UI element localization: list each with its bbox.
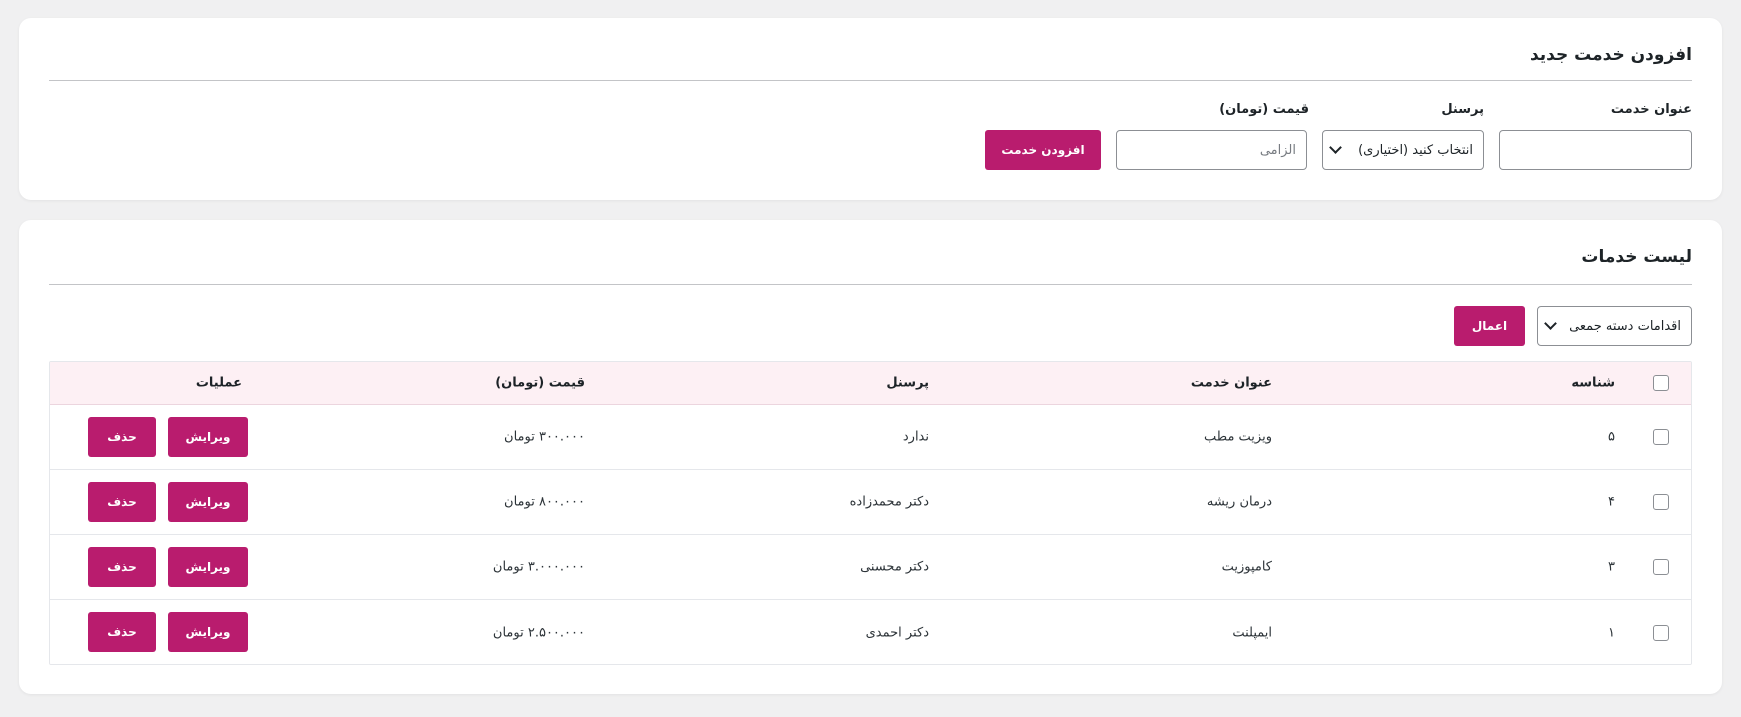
- staff-select[interactable]: انتخاب کنید (اختیاری): [1322, 130, 1484, 170]
- chevron-down-icon: [1544, 317, 1557, 330]
- row-id: ۴: [1608, 494, 1615, 510]
- table-row: ۳ کامپوزیت دکتر محسنی ۳.۰۰۰.۰۰۰ تومان وی…: [50, 535, 1691, 600]
- row-title: ایمپلنت: [1232, 625, 1272, 640]
- services-list-divider: [49, 284, 1692, 285]
- column-header-price: قیمت (تومان): [495, 375, 585, 391]
- row-price: ۲.۵۰۰.۰۰۰ تومان: [492, 625, 585, 640]
- add-service-card: افزودن خدمت جدید عنوان خدمت پرسنل انتخاب…: [19, 18, 1722, 200]
- edit-button[interactable]: ویرایش: [168, 417, 248, 457]
- column-header-staff: پرسنل: [886, 375, 929, 391]
- row-price: ۳.۰۰۰.۰۰۰ تومان: [492, 559, 585, 575]
- column-header-title: عنوان خدمت: [1190, 375, 1272, 391]
- delete-button[interactable]: حذف: [88, 547, 156, 587]
- services-table: شناسه عنوان خدمت پرسنل قیمت (تومان) عملی…: [49, 361, 1692, 665]
- row-checkbox[interactable]: [1653, 559, 1669, 575]
- service-title-label: عنوان خدمت: [1610, 102, 1692, 117]
- delete-button[interactable]: حذف: [88, 612, 156, 652]
- table-row: ۵ ویزیت مطب ندارد ۳۰۰.۰۰۰ تومان ویرایش ح…: [50, 405, 1691, 470]
- row-price: ۸۰۰.۰۰۰ تومان: [504, 494, 585, 510]
- edit-button[interactable]: ویرایش: [168, 612, 248, 652]
- row-staff: دکتر محسنی: [860, 559, 929, 575]
- select-all-checkbox[interactable]: [1653, 375, 1669, 391]
- chevron-down-icon: [1329, 141, 1342, 154]
- bulk-actions-select[interactable]: اقدامات دسته جمعی: [1537, 306, 1692, 346]
- row-checkbox[interactable]: [1653, 429, 1669, 445]
- add-service-divider: [49, 80, 1692, 81]
- price-input[interactable]: [1116, 130, 1307, 170]
- row-title: ویزیت مطب: [1204, 429, 1272, 445]
- row-price: ۳۰۰.۰۰۰ تومان: [504, 429, 585, 445]
- row-staff: دکتر احمدی: [865, 625, 929, 640]
- price-label: قیمت (تومان): [1219, 102, 1309, 117]
- delete-button[interactable]: حذف: [88, 417, 156, 457]
- add-service-title: افزودن خدمت جدید: [1529, 45, 1692, 65]
- row-id: ۳: [1608, 559, 1615, 575]
- services-list-title: لیست خدمات: [1581, 247, 1692, 267]
- row-title: درمان ریشه: [1206, 494, 1272, 510]
- services-list-card: لیست خدمات اقدامات دسته جمعی اعمال شناسه…: [19, 220, 1722, 694]
- delete-button[interactable]: حذف: [88, 482, 156, 522]
- table-row: ۱ ایمپلنت دکتر احمدی ۲.۵۰۰.۰۰۰ تومان ویر…: [50, 600, 1691, 664]
- row-checkbox[interactable]: [1653, 624, 1669, 641]
- row-title: کامپوزیت: [1221, 559, 1272, 575]
- staff-label: پرسنل: [1441, 102, 1484, 117]
- table-row: ۴ درمان ریشه دکتر محمدزاده ۸۰۰.۰۰۰ تومان…: [50, 470, 1691, 535]
- row-id: ۱: [1608, 625, 1615, 640]
- service-title-input[interactable]: [1499, 130, 1692, 170]
- column-header-operations: عملیات: [195, 375, 242, 391]
- add-service-button[interactable]: افزودن خدمت: [985, 130, 1101, 170]
- table-header: شناسه عنوان خدمت پرسنل قیمت (تومان) عملی…: [50, 362, 1691, 405]
- apply-button[interactable]: اعمال: [1454, 306, 1525, 346]
- row-checkbox[interactable]: [1653, 494, 1669, 510]
- bulk-actions-value: اقدامات دسته جمعی: [1569, 318, 1681, 334]
- row-staff: ندارد: [902, 429, 929, 445]
- column-header-id: شناسه: [1571, 375, 1615, 391]
- edit-button[interactable]: ویرایش: [168, 482, 248, 522]
- edit-button[interactable]: ویرایش: [168, 547, 248, 587]
- row-id: ۵: [1608, 429, 1615, 445]
- staff-select-value: انتخاب کنید (اختیاری): [1358, 142, 1473, 158]
- row-staff: دکتر محمدزاده: [849, 494, 929, 510]
